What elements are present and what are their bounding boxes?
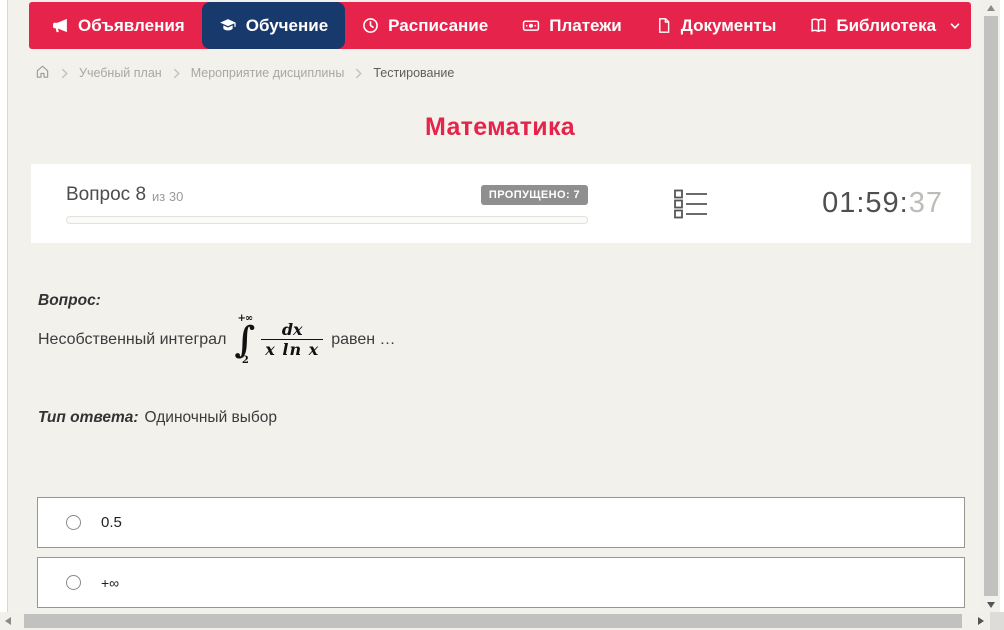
answer-type-row: Тип ответа: Одиночный выбор: [38, 409, 277, 427]
chevron-down-icon: [949, 20, 961, 32]
nav-item-announcements[interactable]: Объявления: [35, 2, 202, 49]
skipped-badge: ПРОПУЩЕНО: 7: [481, 185, 588, 205]
breadcrumb: Учебный план Мероприятие дисциплины Тест…: [35, 62, 454, 84]
breadcrumb-separator-icon: [172, 68, 181, 79]
question-list-icon[interactable]: [674, 188, 708, 219]
radio-button[interactable]: [66, 515, 81, 530]
answer-option-1[interactable]: 0.5: [37, 497, 965, 548]
horizontal-scrollbar-thumb[interactable]: [24, 614, 962, 628]
payment-card-icon: [522, 17, 540, 34]
nav-label: Библиотека: [836, 16, 936, 36]
question-header-card: Вопрос 8 из 30 ПРОПУЩЕНО: 7 01:59:37: [31, 164, 971, 243]
megaphone-icon: [52, 17, 69, 34]
document-icon: [656, 17, 672, 34]
answer-type-value: Одиночный выбор: [145, 409, 278, 426]
breadcrumb-curriculum[interactable]: Учебный план: [79, 66, 162, 80]
integral-formula: +∞ ∫ 2 dx x ln x: [234, 314, 323, 366]
vertical-scrollbar[interactable]: [982, 0, 1000, 612]
home-icon[interactable]: [35, 64, 50, 82]
page-title: Математика: [29, 113, 971, 142]
scroll-right-arrow-icon[interactable]: [978, 617, 984, 625]
nav-item-library[interactable]: Библиотека: [793, 2, 978, 49]
nav-item-documents[interactable]: Документы: [639, 2, 794, 49]
nav-label: Расписание: [388, 16, 488, 36]
nav-item-learning[interactable]: Обучение: [202, 2, 345, 49]
answer-option-label: 0.5: [101, 514, 122, 531]
question-text: Несобственный интеграл +∞ ∫ 2 dx x ln x …: [38, 308, 396, 372]
book-icon: [810, 17, 827, 34]
question-text-after: равен …: [331, 331, 395, 349]
scroll-down-arrow-icon[interactable]: [987, 602, 995, 608]
vertical-scrollbar-thumb[interactable]: [984, 16, 998, 596]
scroll-left-arrow-icon[interactable]: [5, 617, 11, 625]
clock-icon: [362, 17, 379, 34]
horizontal-scrollbar[interactable]: [0, 612, 990, 630]
main-navigation: Объявления Обучение Расписание Платежи Д…: [29, 2, 971, 49]
nav-item-payments[interactable]: Платежи: [505, 2, 639, 49]
test-page: Объявления Обучение Расписание Платежи Д…: [7, 0, 982, 612]
nav-item-schedule[interactable]: Расписание: [345, 2, 505, 49]
formula-denominator: x ln x: [261, 339, 323, 359]
breadcrumb-separator-icon: [354, 68, 363, 79]
breadcrumb-discipline-event[interactable]: Мероприятие дисциплины: [191, 66, 345, 80]
scrollbar-corner: [990, 612, 1004, 630]
breadcrumb-separator-icon: [60, 68, 69, 79]
formula-numerator: dx: [278, 321, 307, 339]
progress-bar: [66, 216, 588, 224]
timer: 01:59:37: [822, 187, 943, 220]
question-text-before: Несобственный интеграл: [38, 331, 226, 349]
timer-seconds: 37: [909, 187, 943, 219]
question-total: из 30: [152, 189, 183, 204]
answer-type-label: Тип ответа:: [38, 409, 139, 426]
integral-sign: ∫: [234, 324, 255, 356]
question-number: Вопрос 8: [66, 184, 146, 206]
breadcrumb-testing: Тестирование: [373, 66, 454, 80]
nav-label: Объявления: [78, 16, 185, 36]
answer-option-2[interactable]: +∞: [37, 557, 965, 608]
scroll-up-arrow-icon[interactable]: [987, 5, 995, 11]
answer-option-label: +∞: [101, 575, 119, 591]
nav-label: Документы: [681, 16, 777, 36]
nav-label: Обучение: [246, 16, 328, 36]
radio-button[interactable]: [66, 575, 81, 590]
graduation-cap-icon: [219, 17, 237, 34]
nav-label: Платежи: [549, 16, 622, 36]
integral-lower-limit: 2: [242, 356, 248, 366]
timer-hours-minutes: 01:59:: [822, 187, 909, 219]
